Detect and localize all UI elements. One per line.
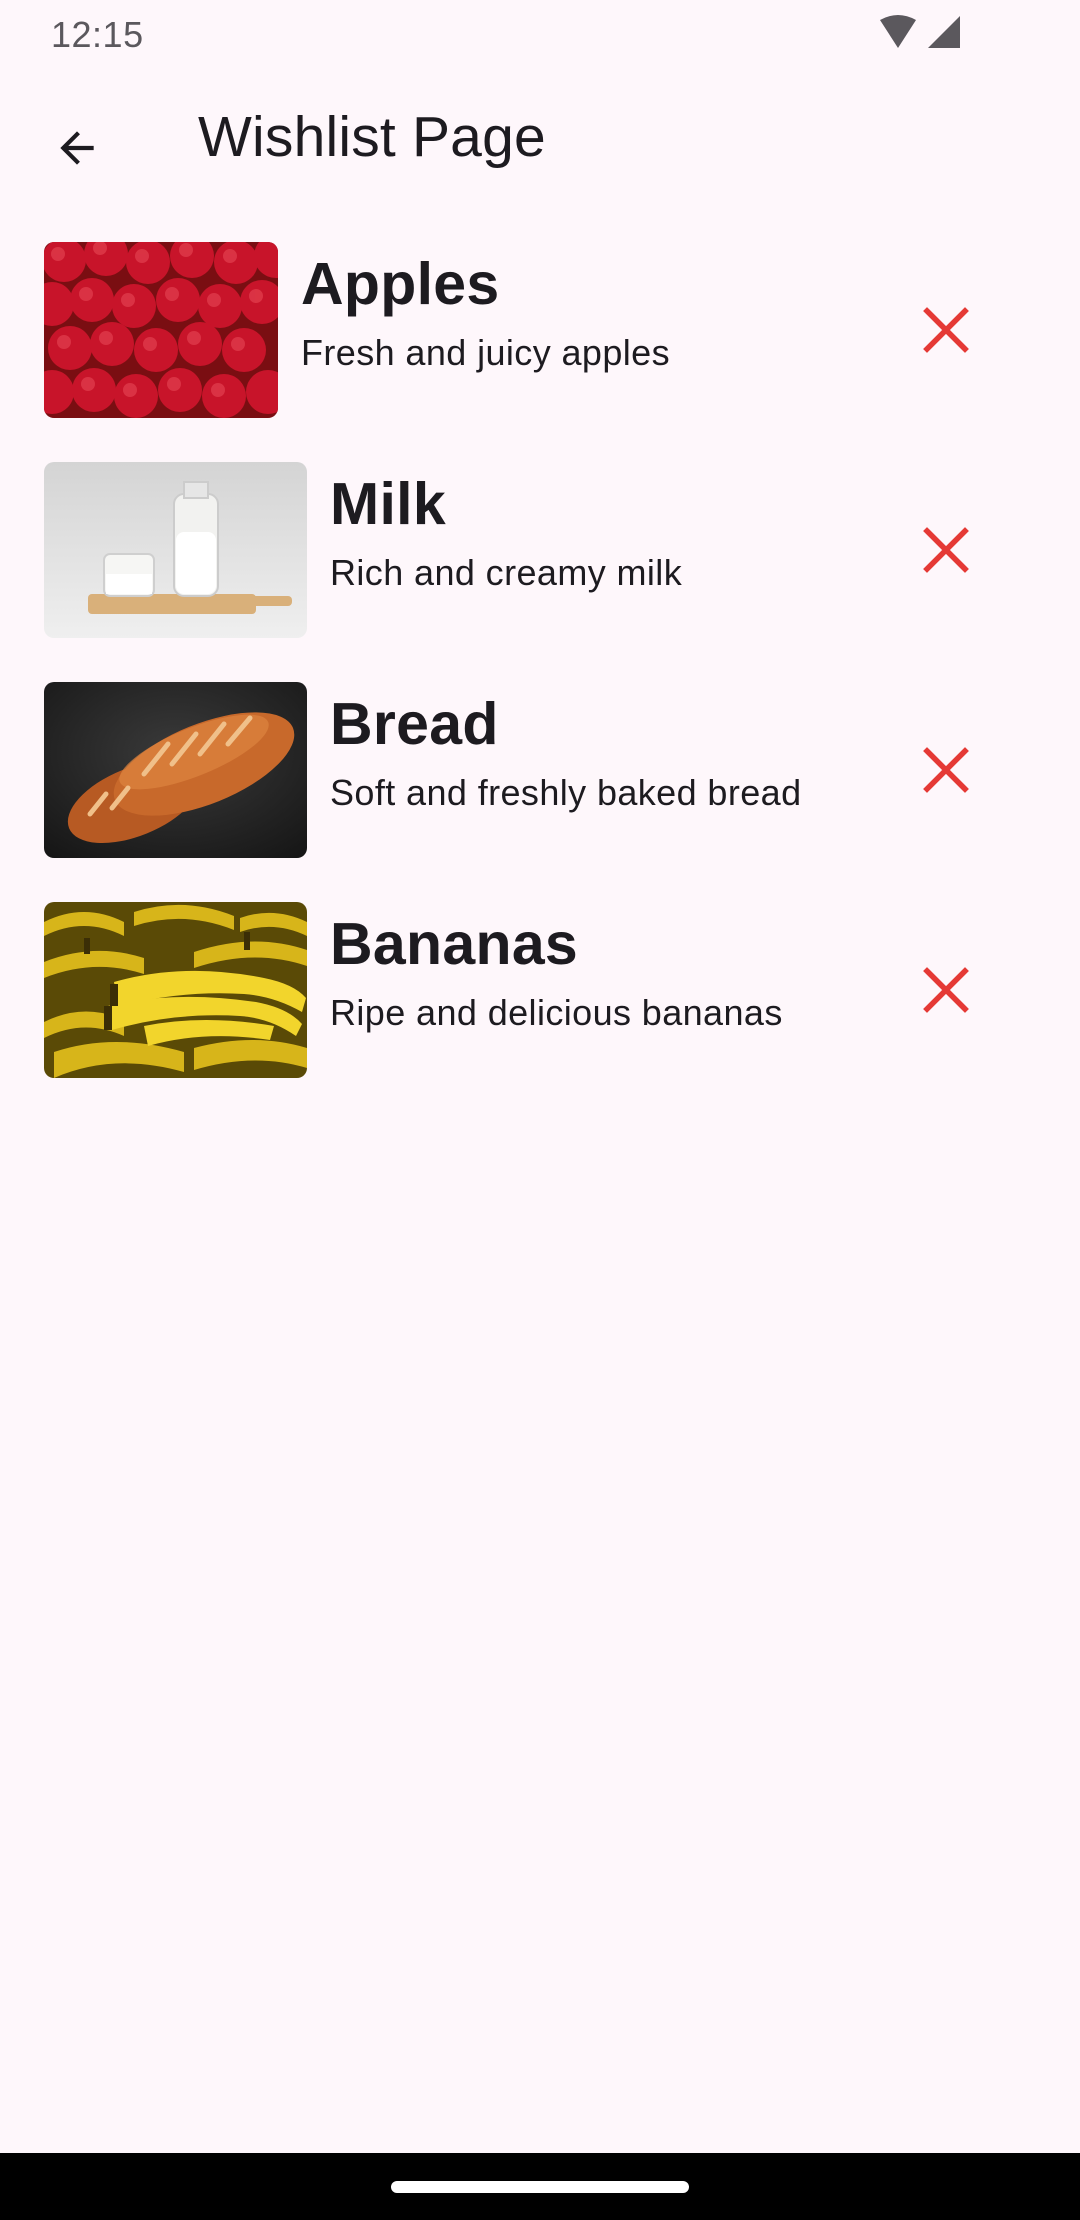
wishlist-item-milk: Milk Rich and creamy milk bbox=[0, 462, 1080, 638]
wishlist-item-bread: Bread Soft and freshly baked bread bbox=[0, 682, 1080, 858]
remove-button-apples[interactable] bbox=[902, 286, 990, 374]
item-description: Rich and creamy milk bbox=[330, 552, 683, 593]
item-name: Bananas bbox=[330, 911, 579, 977]
item-description: Fresh and juicy apples bbox=[301, 332, 670, 373]
bananas-photo bbox=[44, 902, 307, 1078]
item-description: Soft and freshly baked bread bbox=[330, 772, 802, 813]
item-name: Apples bbox=[301, 251, 500, 317]
item-name: Milk bbox=[330, 471, 446, 537]
remove-button-bread[interactable] bbox=[902, 726, 990, 814]
status-icons bbox=[878, 14, 962, 54]
remove-button-milk[interactable] bbox=[902, 506, 990, 594]
item-description: Ripe and delicious bananas bbox=[330, 992, 783, 1033]
page-title: Wishlist Page bbox=[198, 105, 546, 169]
wishlist-screen: 12:15 Wishlist Page Apples Fresh and jui… bbox=[0, 0, 1080, 2220]
home-gesture-handle[interactable] bbox=[391, 2181, 689, 2193]
wishlist-item-apples: Apples Fresh and juicy apples bbox=[0, 242, 1080, 418]
wishlist-item-bananas: Bananas Ripe and delicious bananas bbox=[0, 902, 1080, 1078]
cell-signal-icon bbox=[928, 16, 960, 48]
close-icon bbox=[923, 967, 969, 1013]
close-icon bbox=[923, 527, 969, 573]
status-bar: 12:15 bbox=[0, 0, 1080, 66]
remove-button-bananas[interactable] bbox=[902, 946, 990, 1034]
app-bar: Wishlist Page bbox=[0, 66, 1080, 216]
close-icon bbox=[923, 307, 969, 353]
status-time: 12:15 bbox=[51, 14, 144, 55]
arrow-back-icon bbox=[60, 131, 94, 165]
apples-photo bbox=[44, 242, 278, 418]
item-name: Bread bbox=[330, 691, 499, 757]
system-nav-bar bbox=[0, 2153, 1080, 2220]
back-button[interactable] bbox=[34, 105, 120, 191]
milk-photo bbox=[44, 462, 307, 638]
bread-photo bbox=[44, 682, 307, 858]
wifi-icon bbox=[880, 15, 916, 48]
close-icon bbox=[923, 747, 969, 793]
